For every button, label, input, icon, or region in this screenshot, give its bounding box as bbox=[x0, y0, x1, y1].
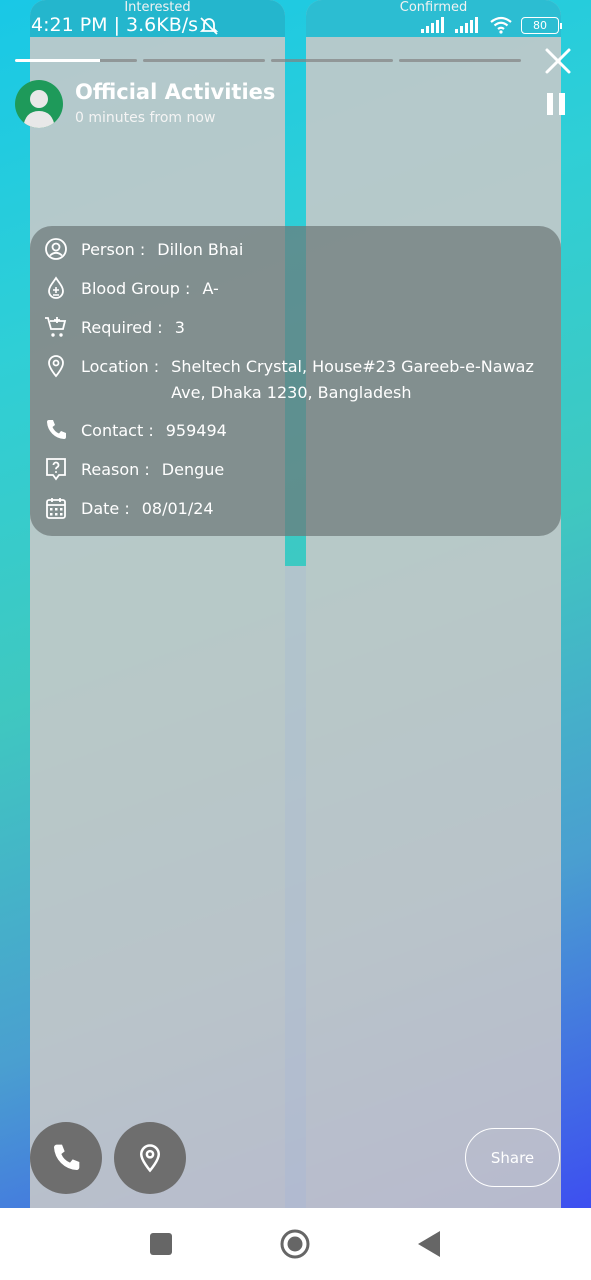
question-bubble-icon bbox=[46, 458, 66, 481]
reason-value: Dengue bbox=[161, 460, 225, 479]
story-subtitle: 0 minutes from now bbox=[75, 110, 216, 126]
tab-label-confirmed[interactable]: Confirmed bbox=[306, 0, 561, 15]
call-button[interactable] bbox=[30, 1122, 102, 1194]
phone-icon bbox=[47, 420, 66, 439]
bell-muted-icon bbox=[199, 17, 219, 35]
signal-icon bbox=[421, 17, 444, 33]
panel-divider bbox=[285, 566, 306, 1208]
location-value: Sheltech Crystal, House#23 Gareeb-e-Nawa… bbox=[171, 357, 534, 402]
contact-label: Contact : bbox=[81, 421, 154, 440]
signal-icon bbox=[455, 17, 478, 33]
location-button[interactable] bbox=[114, 1122, 186, 1194]
request-details-card: Person : Dillon Bhai Blood Group : A- Re… bbox=[30, 226, 561, 536]
close-icon[interactable] bbox=[543, 46, 573, 76]
calendar-icon bbox=[46, 498, 66, 519]
progress-segment bbox=[15, 59, 137, 62]
wifi-icon bbox=[490, 16, 512, 34]
reason-label: Reason : bbox=[81, 460, 150, 479]
date-label: Date : bbox=[81, 499, 130, 518]
required-label: Required : bbox=[81, 318, 163, 337]
detail-row-contact: Contact : 959494 bbox=[44, 418, 227, 444]
home-icon[interactable] bbox=[279, 1228, 311, 1260]
story-title: Official Activities bbox=[75, 80, 276, 104]
detail-row-reason: Reason : Dengue bbox=[44, 457, 224, 483]
back-icon[interactable] bbox=[416, 1230, 442, 1258]
person-circle-icon bbox=[45, 238, 67, 260]
location-pin-icon bbox=[48, 355, 64, 378]
blood-group-value: A- bbox=[202, 279, 219, 298]
detail-row-location: Location : Sheltech Crystal, House#23 Ga… bbox=[44, 354, 541, 406]
person-label: Person : bbox=[81, 240, 146, 259]
blood-drop-icon bbox=[48, 276, 64, 299]
location-pin-icon bbox=[139, 1144, 161, 1173]
story-background: Interested Confirmed 4:21 PM | 3.6KB/s 8… bbox=[0, 0, 591, 1208]
location-label: Location : bbox=[81, 357, 160, 376]
status-time: 4:21 PM | 3.6KB/s bbox=[31, 14, 199, 36]
user-icon bbox=[23, 90, 55, 128]
recent-apps-icon[interactable] bbox=[149, 1232, 173, 1256]
contact-value[interactable]: 959494 bbox=[166, 418, 227, 444]
tab-label-interested[interactable]: Interested bbox=[30, 0, 285, 15]
detail-row-person: Person : Dillon Bhai bbox=[44, 237, 243, 263]
confirmed-tab-panel[interactable] bbox=[306, 0, 561, 1208]
battery-icon: 80 bbox=[521, 16, 562, 34]
required-value: 3 bbox=[174, 318, 185, 337]
story-progress bbox=[15, 59, 521, 62]
blood-group-label: Blood Group : bbox=[81, 279, 191, 298]
avatar bbox=[15, 80, 63, 128]
detail-row-date: Date : 08/01/24 bbox=[44, 496, 214, 522]
status-indicators: 80 bbox=[421, 16, 562, 34]
person-value: Dillon Bhai bbox=[157, 240, 244, 259]
progress-segment bbox=[399, 59, 521, 62]
share-button[interactable]: Share bbox=[465, 1128, 560, 1187]
cart-add-icon bbox=[45, 317, 67, 337]
interested-tab-panel[interactable] bbox=[30, 0, 285, 1208]
system-navigation-bar bbox=[0, 1208, 591, 1280]
detail-row-required: Required : 3 bbox=[44, 315, 185, 341]
pause-icon[interactable] bbox=[547, 93, 569, 117]
progress-segment bbox=[271, 59, 393, 62]
detail-row-blood-group: Blood Group : A- bbox=[44, 276, 219, 302]
phone-icon bbox=[54, 1144, 80, 1170]
date-value: 08/01/24 bbox=[141, 499, 214, 518]
progress-segment bbox=[143, 59, 265, 62]
